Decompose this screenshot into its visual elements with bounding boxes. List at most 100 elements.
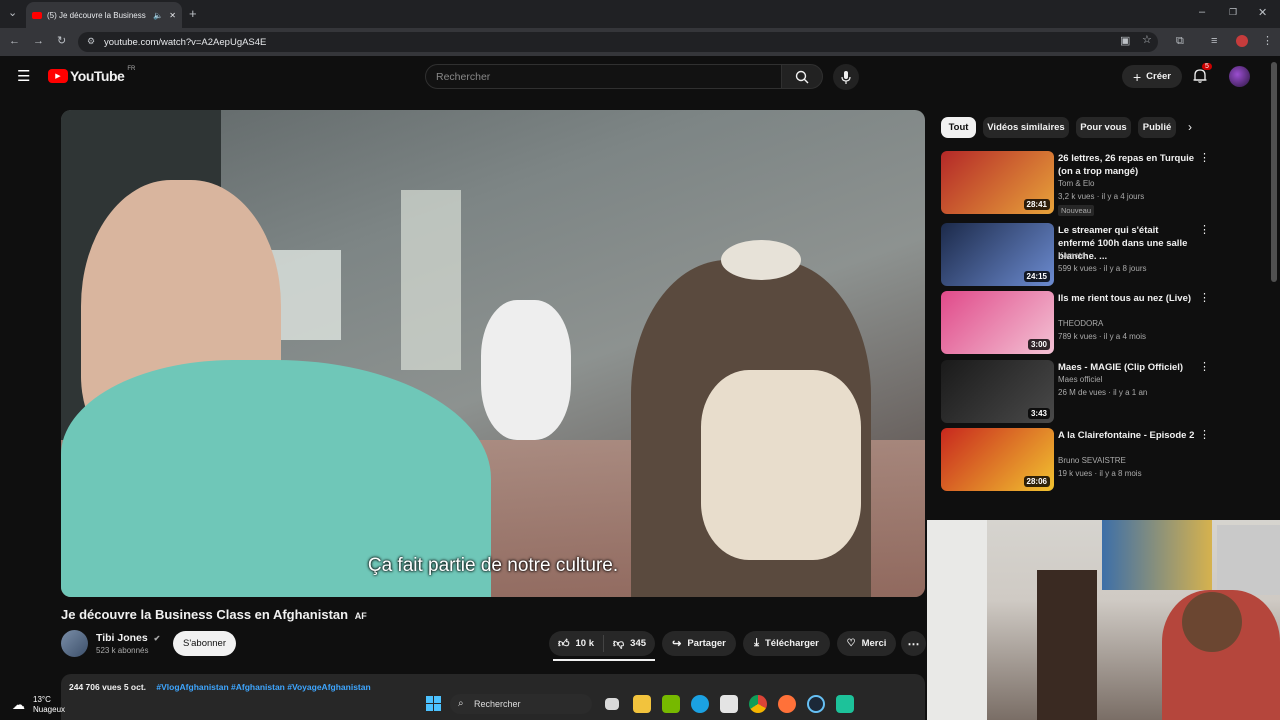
page-scrollbar[interactable] bbox=[1271, 62, 1277, 282]
video-thumbnail[interactable]: 28:41 bbox=[941, 151, 1054, 214]
store-icon[interactable] bbox=[720, 695, 738, 713]
minimize-icon[interactable]: – bbox=[1199, 7, 1205, 18]
video-thumbnail[interactable]: 28:06 bbox=[941, 428, 1054, 491]
dislike-count: 345 bbox=[630, 638, 647, 649]
video-thumbnail[interactable]: 24:15 bbox=[941, 223, 1054, 286]
chrome-menu-icon[interactable]: ⋮ bbox=[1262, 36, 1273, 47]
recommended-item[interactable]: 28:06 A la Clairefontaine - Episode 2 Br… bbox=[941, 428, 1211, 492]
youtube-logo[interactable]: ▶ YouTube FR bbox=[48, 66, 136, 84]
chip-publie[interactable]: Publié bbox=[1138, 117, 1176, 138]
tab-close-icon[interactable]: ✕ bbox=[169, 11, 176, 20]
app-icon[interactable] bbox=[836, 695, 854, 713]
voice-search-button[interactable] bbox=[833, 64, 859, 90]
tab-list-icon[interactable]: ⌄ bbox=[8, 8, 17, 19]
like-button[interactable]: 👍︎ 10 k bbox=[549, 635, 604, 652]
create-button[interactable]: + Créer bbox=[1122, 65, 1182, 88]
youtube-favicon-icon bbox=[32, 11, 42, 19]
recommended-title[interactable]: Ils me rient tous au nez (Live) bbox=[1058, 292, 1198, 305]
nvidia-icon[interactable] bbox=[662, 695, 680, 713]
extensions-icon[interactable]: ⧉ bbox=[1176, 36, 1184, 47]
download-icon: ⤓ bbox=[754, 637, 759, 649]
forward-icon[interactable]: → bbox=[33, 36, 44, 47]
task-view-icon[interactable] bbox=[605, 698, 619, 710]
recommended-title[interactable]: A la Clairefontaine - Episode 2 bbox=[1058, 429, 1198, 442]
weather-widget[interactable]: ☁ 13°C Nuageux bbox=[0, 688, 90, 720]
taskbar-search-icon: ⌕ bbox=[458, 698, 464, 709]
new-tab-icon[interactable]: + bbox=[189, 7, 197, 20]
plus-icon: + bbox=[1132, 68, 1142, 85]
youtube-header: ☰ ▶ YouTube FR Rechercher + Créer 5 bbox=[0, 56, 1270, 98]
subscriber-count: 523 k abonnés bbox=[96, 646, 149, 655]
channel-avatar[interactable] bbox=[61, 630, 88, 657]
reload-icon[interactable]: ↻ bbox=[57, 36, 66, 47]
like-progress-underline bbox=[553, 659, 655, 661]
maximize-icon[interactable]: ❐ bbox=[1229, 8, 1237, 17]
share-button[interactable]: ↪ Partager bbox=[662, 631, 736, 656]
hashtags[interactable]: #VlogAfghanistan #Afghanistan #VoyageAfg… bbox=[156, 682, 370, 692]
firefox-icon[interactable] bbox=[778, 695, 796, 713]
video-player[interactable]: Ça fait partie de notre culture. bbox=[61, 110, 925, 597]
file-explorer-icon[interactable] bbox=[633, 695, 651, 713]
subscribe-button[interactable]: S'abonner bbox=[173, 631, 236, 656]
video-thumbnail[interactable]: 3:43 bbox=[941, 360, 1054, 423]
reading-list-icon[interactable]: ≡ bbox=[1211, 36, 1217, 47]
recommended-item[interactable]: 24:15 Le streamer qui s'était enfermé 10… bbox=[941, 223, 1211, 287]
more-vertical-icon[interactable]: ⋮ bbox=[1199, 362, 1210, 373]
recommended-item[interactable]: 28:41 26 lettres, 26 repas en Turquie (o… bbox=[941, 151, 1211, 216]
search-input[interactable]: Rechercher bbox=[425, 64, 782, 89]
video-title: Je découvre la Business Class en Afghani… bbox=[61, 607, 367, 622]
bookmark-star-icon[interactable]: ☆ bbox=[1142, 35, 1152, 46]
account-avatar[interactable] bbox=[1229, 66, 1250, 87]
chip-pour-vous[interactable]: Pour vous bbox=[1076, 117, 1131, 138]
chrome-icon[interactable] bbox=[749, 695, 767, 713]
address-bar[interactable]: ⚙ youtube.com/watch?v=A2AepUgAS4E bbox=[78, 32, 1158, 52]
recommended-channel[interactable]: Bruno SEVAISTRE bbox=[1058, 456, 1126, 465]
audio-icon[interactable]: 🔈 bbox=[153, 11, 163, 20]
recommended-channel[interactable]: Kameto bbox=[1058, 251, 1086, 260]
recommended-item[interactable]: 3:43 Maes - MAGIE (Clip Officiel) Maes o… bbox=[941, 360, 1211, 424]
more-vertical-icon[interactable]: ⋮ bbox=[1199, 293, 1210, 304]
taskbar-search[interactable]: ⌕ Rechercher bbox=[450, 694, 592, 714]
notifications-button[interactable]: 5 bbox=[1192, 63, 1212, 86]
site-info-icon[interactable]: ⚙ bbox=[87, 36, 95, 47]
chip-tout[interactable]: Tout bbox=[941, 117, 976, 138]
thanks-button[interactable]: ♡ Merci bbox=[837, 631, 896, 656]
dislike-button[interactable]: 👎︎ 345 bbox=[604, 637, 655, 650]
download-button[interactable]: ⤓ Télécharger bbox=[743, 631, 830, 656]
browser-tab[interactable]: (5) Je découvre la Business 🔈 ✕ bbox=[26, 2, 182, 28]
recommended-title[interactable]: 26 lettres, 26 repas en Turquie (on a tr… bbox=[1058, 152, 1198, 178]
chip-videos-similaires[interactable]: Vidéos similaires bbox=[983, 117, 1069, 138]
more-vertical-icon[interactable]: ⋮ bbox=[1199, 225, 1210, 236]
weather-cloud-icon: ☁ bbox=[12, 697, 25, 712]
search-button[interactable] bbox=[781, 64, 823, 89]
more-vertical-icon[interactable]: ⋮ bbox=[1199, 430, 1210, 441]
recommended-meta: 3,2 k vues · il y a 4 jours bbox=[1058, 192, 1145, 201]
recommended-channel[interactable]: Maes officiel bbox=[1058, 375, 1102, 384]
profile-icon[interactable] bbox=[1236, 35, 1248, 47]
video-thumbnail[interactable]: 3:00 bbox=[941, 291, 1054, 354]
more-vertical-icon[interactable]: ⋮ bbox=[1199, 153, 1210, 164]
super-thanks-icon: ♡ bbox=[846, 638, 856, 649]
window-close-icon[interactable]: ✕ bbox=[1258, 8, 1267, 19]
windows-start-icon[interactable] bbox=[426, 696, 441, 711]
video-duration: 28:41 bbox=[1023, 199, 1050, 210]
search-placeholder: Rechercher bbox=[436, 70, 491, 83]
back-icon[interactable]: ← bbox=[9, 36, 20, 47]
notification-count-badge: 5 bbox=[1202, 63, 1212, 70]
tab-title: (5) Je découvre la Business bbox=[47, 10, 146, 20]
cast-icon[interactable]: ▣ bbox=[1120, 36, 1130, 47]
recommended-item[interactable]: 3:00 Ils me rient tous au nez (Live) THE… bbox=[941, 291, 1211, 355]
recommended-channel[interactable]: THEODORA bbox=[1058, 319, 1103, 328]
region-code: FR bbox=[127, 66, 136, 72]
browser-tab-bar: ⌄ (5) Je découvre la Business 🔈 ✕ + – ❐ … bbox=[0, 0, 1280, 28]
steam-icon[interactable] bbox=[807, 695, 825, 713]
chips-next-icon[interactable]: › bbox=[1188, 120, 1192, 134]
recommended-channel[interactable]: Tom & Elo bbox=[1058, 179, 1094, 188]
video-title-text: Je découvre la Business Class en Afghani… bbox=[61, 607, 349, 622]
thumbs-up-icon: 👍︎ bbox=[558, 638, 570, 650]
recommended-title[interactable]: Maes - MAGIE (Clip Officiel) bbox=[1058, 361, 1198, 374]
hamburger-menu-icon[interactable]: ☰ bbox=[17, 69, 30, 84]
more-actions-button[interactable]: ⋯ bbox=[901, 631, 926, 656]
edge-icon[interactable] bbox=[691, 695, 709, 713]
channel-name[interactable]: Tibi Jones ✔ bbox=[96, 632, 160, 644]
